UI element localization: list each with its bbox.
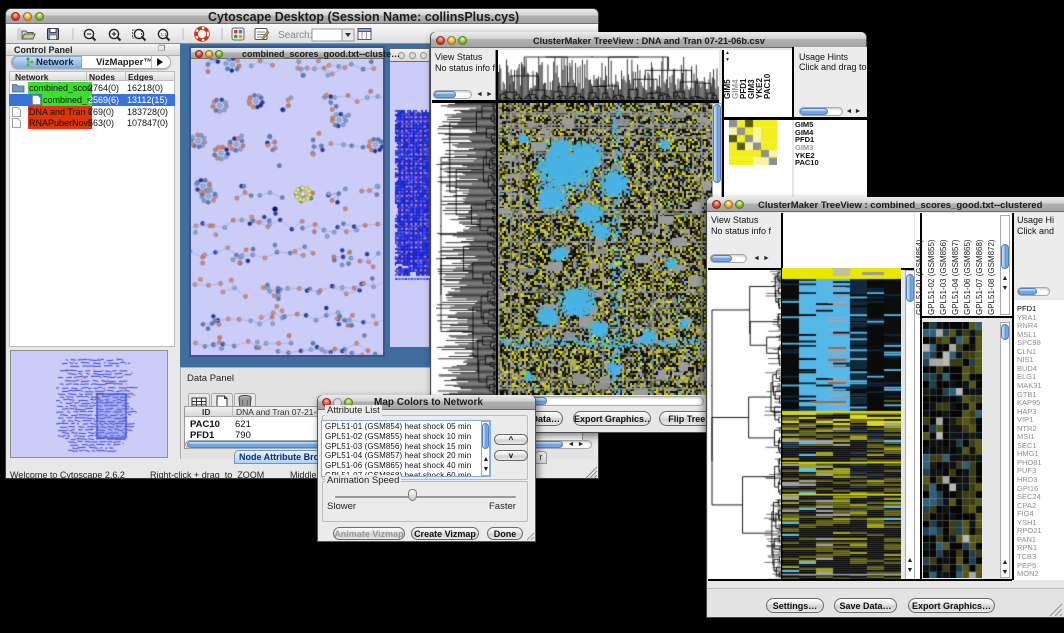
svg-text:1:1: 1:1 (161, 32, 168, 37)
svg-text:Search:: Search: (278, 30, 312, 41)
